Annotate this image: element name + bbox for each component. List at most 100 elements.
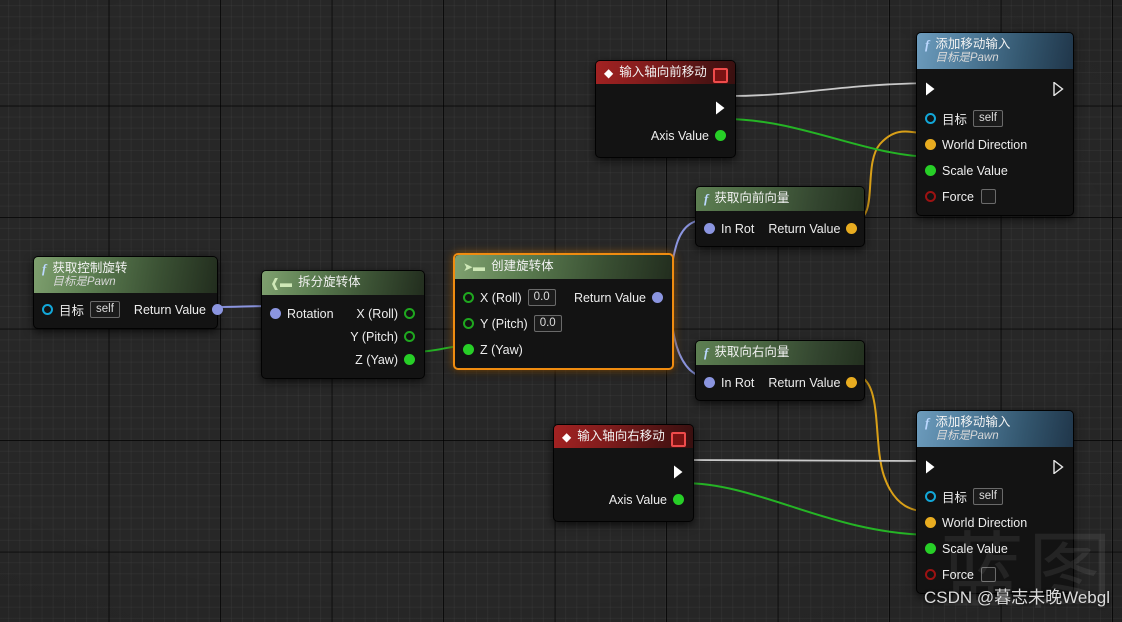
pin-z-yaw-float-icon[interactable] (463, 344, 474, 355)
pin-exec-out-icon[interactable] (673, 465, 684, 479)
node-get-right-vector[interactable]: f 获取向右向量 In Rot Return Value (695, 340, 865, 401)
pin-row-scale-value[interactable]: Scale Value (917, 534, 1073, 560)
pin-label-axis-value: Axis Value (608, 492, 667, 507)
pin-row-scale-value[interactable]: Scale Value (917, 156, 1073, 182)
node-input-axis-move-forward[interactable]: ◆ 输入轴向前移动 Axis Value (595, 60, 736, 158)
node-title: 获取向前向量 (714, 191, 790, 205)
node-header[interactable]: f 获取向右向量 (696, 341, 864, 365)
pin-label-scale-value: Scale Value (942, 541, 1008, 556)
pin-x-roll-float-icon[interactable] (404, 308, 415, 319)
pin-row-exec[interactable] (917, 453, 1073, 480)
pin-label-return-value: Return Value (133, 302, 206, 317)
pin-target-object-icon[interactable] (42, 304, 53, 316)
node-header[interactable]: f 获取控制旋转 目标是Pawn (34, 257, 217, 294)
pin-scale-value-float-icon[interactable] (925, 543, 936, 555)
node-header[interactable]: ◆ 输入轴向右移动 (554, 425, 693, 448)
pin-row-axis-value[interactable]: Axis Value (554, 485, 693, 511)
node-add-movement-input-right[interactable]: f 添加移动输入 目标是Pawn 目标 self World Direction… (916, 410, 1074, 595)
node-make-rotator[interactable]: ➤▬ 创建旋转体 X (Roll) 0.0 Return Value Y (Pi… (453, 253, 674, 370)
make-struct-icon: ➤▬ (463, 260, 486, 274)
node-header[interactable]: f 获取向前向量 (696, 187, 864, 211)
pin-row-y-pitch[interactable]: Y (Pitch) 0.0 (455, 309, 672, 335)
pin-exec-in-icon[interactable] (925, 460, 936, 474)
pin-row-axis-value[interactable]: Axis Value (596, 121, 735, 147)
pin-label-return-value: Return Value (573, 290, 646, 305)
node-header[interactable]: f 添加移动输入 目标是Pawn (917, 411, 1073, 448)
pin-return-value-struct-icon[interactable] (652, 292, 663, 303)
pin-row-force[interactable]: Force (917, 182, 1073, 208)
pin-row-exec-out[interactable] (554, 458, 693, 485)
node-header[interactable]: ❰▬ 拆分旋转体 (262, 271, 424, 295)
pin-world-direction-vector-icon[interactable] (925, 139, 936, 151)
pin-return-value-vector-icon[interactable] (846, 223, 858, 234)
pin-row-rotation[interactable]: Rotation X (Roll) (262, 302, 424, 325)
pin-row-in-rot[interactable]: In Rot Return Value (696, 217, 864, 240)
blueprint-graph-canvas[interactable]: f 获取控制旋转 目标是Pawn 目标 self Return Value ❰▬… (0, 0, 1122, 622)
node-break-rotator[interactable]: ❰▬ 拆分旋转体 Rotation X (Roll) Y (Pitch) Z (… (261, 270, 425, 379)
pin-exec-out-icon[interactable] (715, 101, 726, 115)
node-header[interactable]: f 添加移动输入 目标是Pawn (917, 33, 1073, 70)
pin-axis-value-float-icon[interactable] (715, 130, 726, 141)
pin-label-return-value: Return Value (768, 221, 841, 236)
pin-value-force-checkbox[interactable] (980, 189, 996, 205)
pin-row-y-pitch[interactable]: Y (Pitch) (262, 325, 424, 348)
pin-return-value-vector-icon[interactable] (846, 377, 858, 388)
pin-z-yaw-float-icon[interactable] (404, 354, 415, 365)
pin-exec-in-icon[interactable] (925, 82, 936, 96)
pin-target-object-icon[interactable] (925, 491, 936, 503)
pin-y-pitch-float-icon[interactable] (463, 318, 474, 329)
pin-row-x-roll[interactable]: X (Roll) 0.0 Return Value (455, 286, 672, 309)
event-stop-button[interactable] (713, 68, 728, 83)
pin-return-value-struct-icon[interactable] (211, 304, 223, 316)
pin-row-world-direction[interactable]: World Direction (917, 508, 1073, 534)
pin-label-target: 目标 (942, 491, 968, 506)
pin-value-x-roll[interactable]: 0.0 (527, 289, 556, 306)
pin-row-target[interactable]: 目标 self Return Value (34, 298, 223, 321)
pin-target-object-icon[interactable] (925, 113, 936, 125)
pin-exec-out-icon[interactable] (1053, 81, 1064, 96)
node-header[interactable]: ◆ 输入轴向前移动 (596, 61, 735, 84)
pin-label-target: 目标 (59, 304, 85, 319)
pin-force-bool-icon[interactable] (925, 569, 936, 581)
pin-scale-value-float-icon[interactable] (925, 165, 936, 177)
pin-row-exec-out[interactable] (596, 94, 735, 121)
pin-row-exec[interactable] (917, 75, 1073, 102)
pin-rotation-struct-icon[interactable] (270, 308, 281, 319)
pin-row-z-yaw[interactable]: Z (Yaw) (455, 335, 672, 361)
node-header[interactable]: ➤▬ 创建旋转体 (455, 255, 672, 279)
node-input-axis-move-right[interactable]: ◆ 输入轴向右移动 Axis Value (553, 424, 694, 522)
pin-row-world-direction[interactable]: World Direction (917, 130, 1073, 156)
pin-in-rot-struct-icon[interactable] (704, 377, 715, 388)
pin-value-y-pitch[interactable]: 0.0 (533, 315, 562, 332)
pin-axis-value-float-icon[interactable] (673, 494, 684, 505)
pin-row-in-rot[interactable]: In Rot Return Value (696, 371, 864, 394)
pin-value-force-checkbox[interactable] (980, 567, 996, 583)
wire-axis-right-to-scale (682, 482, 933, 536)
wire-exec-forward (728, 82, 933, 97)
pin-row-force[interactable]: Force (917, 560, 1073, 586)
pin-row-target[interactable]: 目标 self (917, 102, 1073, 130)
pin-value-target[interactable]: self (973, 110, 1003, 128)
event-stop-button[interactable] (671, 432, 686, 447)
node-title: 拆分旋转体 (298, 275, 361, 289)
pin-row-target[interactable]: 目标 self (917, 480, 1073, 508)
pin-label-in-rot: In Rot (721, 221, 755, 236)
node-body: Rotation X (Roll) Y (Pitch) Z (Yaw) (262, 295, 424, 378)
node-get-control-rotation[interactable]: f 获取控制旋转 目标是Pawn 目标 self Return Value (33, 256, 223, 330)
pin-exec-out-icon[interactable] (1053, 459, 1064, 474)
node-body: Axis Value (596, 84, 735, 157)
pin-label-y-pitch: Y (Pitch) (480, 316, 528, 331)
pin-in-rot-struct-icon[interactable] (704, 223, 715, 234)
pin-y-pitch-float-icon[interactable] (404, 331, 415, 342)
pin-label-x-roll: X (Roll) (356, 306, 398, 321)
pin-row-z-yaw[interactable]: Z (Yaw) (262, 348, 424, 371)
pin-value-target[interactable]: self (90, 301, 120, 319)
pin-world-direction-vector-icon[interactable] (925, 517, 936, 529)
pin-force-bool-icon[interactable] (925, 191, 936, 203)
node-get-forward-vector[interactable]: f 获取向前向量 In Rot Return Value (695, 186, 865, 247)
break-struct-icon: ❰▬ (270, 276, 293, 290)
pin-x-roll-float-icon[interactable] (463, 292, 474, 303)
pin-label-force: Force (942, 189, 974, 204)
pin-value-target[interactable]: self (973, 488, 1003, 506)
node-add-movement-input-forward[interactable]: f 添加移动输入 目标是Pawn 目标 self World Direction… (916, 32, 1074, 217)
